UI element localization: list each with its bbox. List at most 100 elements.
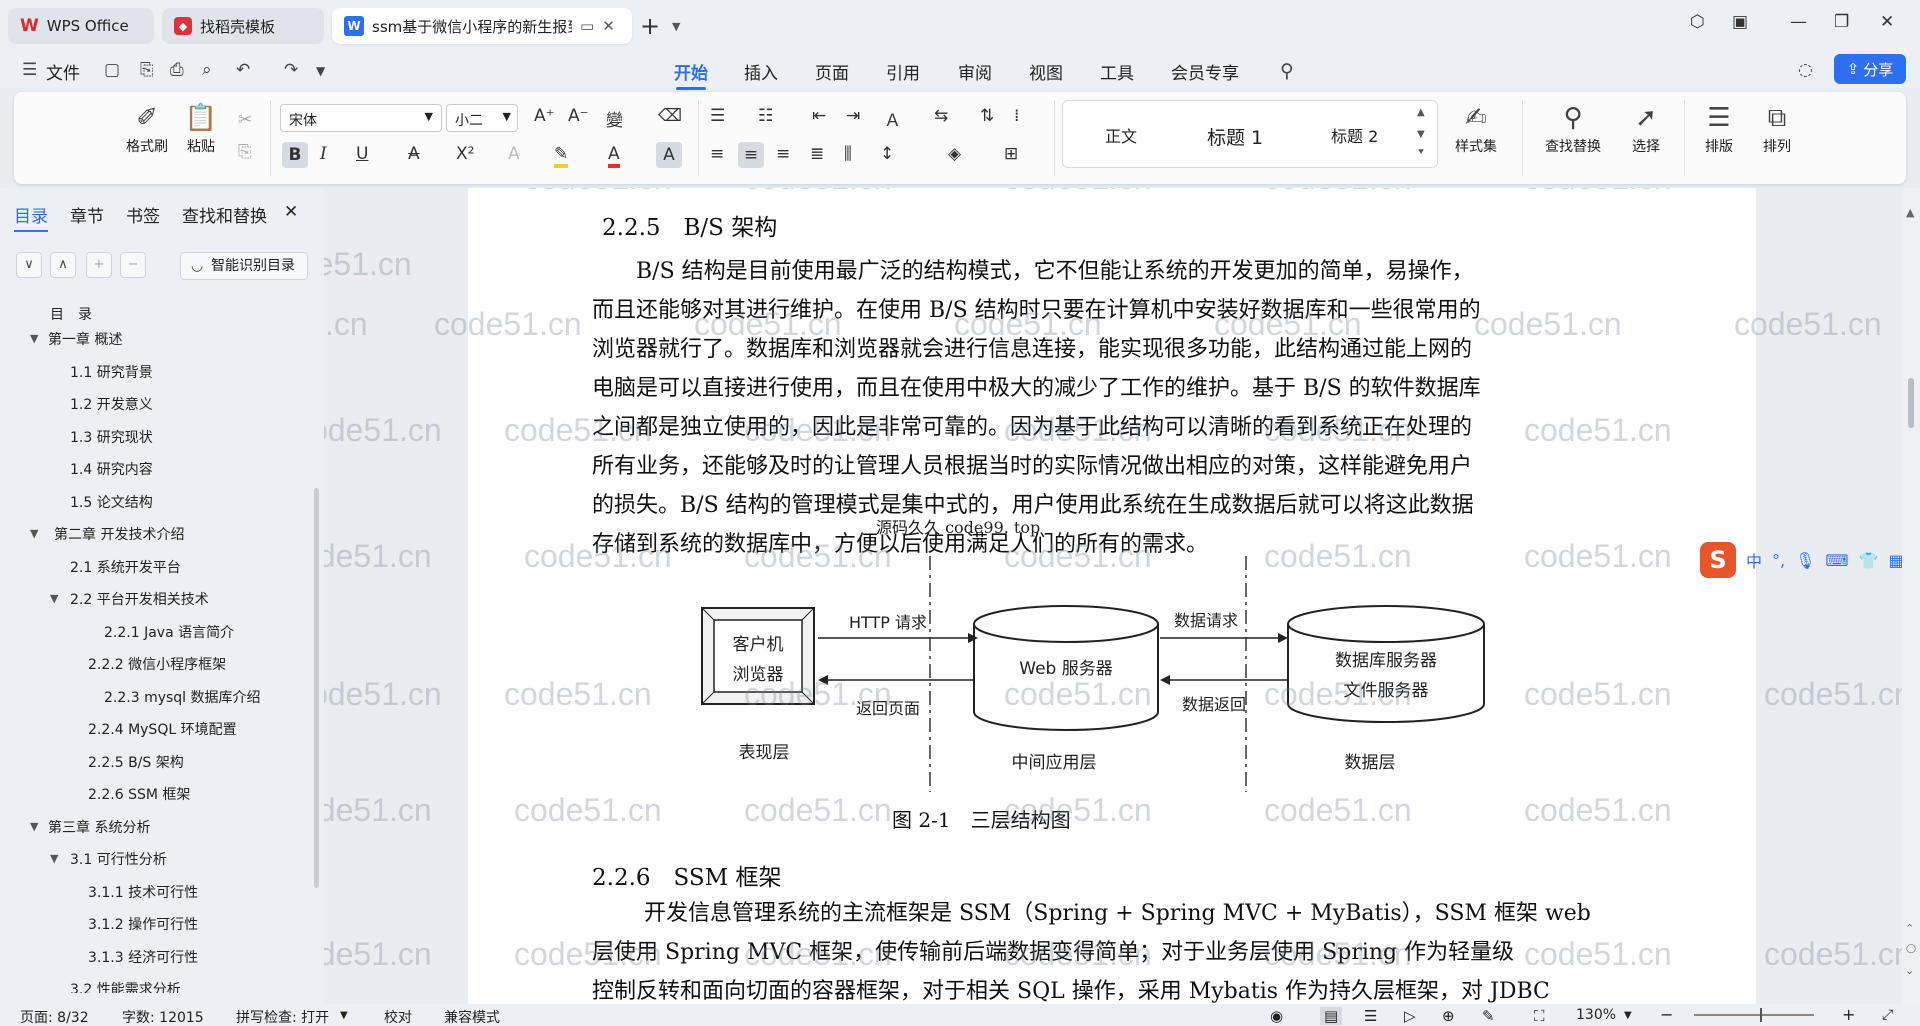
tab-toc[interactable]: 目录	[14, 202, 48, 232]
prev-page-icon[interactable]: ⌃	[1905, 922, 1914, 935]
smart-toc-button[interactable]: 智能识别目录	[180, 252, 308, 280]
arrange-button[interactable]: ⧉ 排列	[1750, 100, 1804, 156]
zoom-in-icon[interactable]: +	[1842, 1005, 1855, 1024]
style-set-button[interactable]: ✍ 样式集	[1444, 100, 1508, 156]
toc-item[interactable]: 2.2.2 微信小程序框架	[88, 654, 226, 674]
find-replace-button[interactable]: ⚲ 查找替换	[1532, 100, 1614, 156]
web-view-icon[interactable]: ⊕	[1442, 1007, 1455, 1025]
bold-icon[interactable]: B	[282, 142, 308, 168]
menu-view[interactable]: 视图	[1029, 59, 1063, 84]
caret-down-icon[interactable]: ▼	[30, 332, 38, 345]
text-direction-icon[interactable]: Ａ	[884, 106, 901, 131]
save-icon[interactable]: ▢	[104, 60, 120, 80]
select-browse-icon[interactable]: ◯	[1906, 944, 1916, 954]
justify-icon[interactable]: ≣	[810, 144, 824, 164]
style-heading2[interactable]: 标题 2	[1331, 123, 1378, 147]
toc-item[interactable]: 1.2 开发意义	[70, 394, 153, 414]
toc-item[interactable]: 第三章 系统分析	[48, 817, 150, 837]
outline-view-icon[interactable]: ☰	[1364, 1007, 1377, 1025]
line-spacing-icon[interactable]: ↕	[880, 144, 894, 164]
cut-icon[interactable]: ✂	[238, 110, 252, 130]
phonetic-guide-icon[interactable]: 變	[606, 106, 623, 131]
remove-item-icon[interactable]: −	[120, 252, 146, 278]
zoom-level[interactable]: 130%	[1576, 1007, 1616, 1023]
page-view-icon[interactable]: ▤	[1320, 1007, 1343, 1025]
collapse-all-icon[interactable]: ∨	[16, 252, 42, 278]
increase-indent-icon[interactable]: ⇥	[846, 106, 860, 126]
search-icon[interactable]: ⚲	[1280, 60, 1294, 82]
eye-protection-icon[interactable]: ◉	[1270, 1007, 1283, 1025]
toc-item[interactable]: 2.2.6 SSM 框架	[88, 784, 190, 804]
toc-item[interactable]: 3.1.1 技术可行性	[88, 882, 198, 902]
keyboard-icon[interactable]: ⌨	[1825, 551, 1848, 570]
char-shading-icon[interactable]: A	[656, 142, 682, 168]
window-close-icon[interactable]: ✕	[1880, 12, 1894, 32]
distribute-icon[interactable]: ⫼	[844, 144, 852, 164]
redo-icon[interactable]: ↷	[284, 60, 298, 80]
menu-file[interactable]: 文件	[46, 59, 80, 84]
microphone-icon[interactable]: 🎙	[1795, 551, 1815, 570]
tab-chapters[interactable]: 章节	[70, 202, 104, 227]
zoom-slider[interactable]	[1694, 1014, 1814, 1016]
close-pane-icon[interactable]: ✕	[284, 202, 298, 222]
zoom-slider-thumb[interactable]	[1760, 1008, 1762, 1022]
toc-item[interactable]: 3.1 可行性分析	[70, 849, 167, 869]
tab-docer[interactable]: ◆ 找稻壳模板	[162, 8, 324, 44]
menu-review[interactable]: 审阅	[958, 59, 992, 84]
ime-punct-label[interactable]: °,	[1772, 551, 1785, 570]
heading-2-2-5[interactable]: 2.2.5 B/S 架构	[602, 208, 777, 242]
heading-2-2-6[interactable]: 2.2.6 SSM 框架	[592, 858, 782, 892]
minimize-icon[interactable]: —	[1790, 12, 1807, 32]
caret-down-icon[interactable]: ▼	[50, 592, 58, 605]
caret-down-icon[interactable]: ▼	[30, 820, 38, 833]
align-right-icon[interactable]: ≡	[776, 144, 790, 164]
toc-item[interactable]: 1.5 论文结构	[70, 492, 153, 512]
avatar[interactable]: ▣	[1732, 12, 1748, 32]
sogou-logo-icon[interactable]: S	[1700, 542, 1736, 578]
skin-icon[interactable]: 👕	[1859, 551, 1879, 570]
compat-mode[interactable]: 兼容模式	[444, 1007, 500, 1026]
play-icon[interactable]: ▷	[1404, 1007, 1416, 1025]
next-page-icon[interactable]: ⌄	[1905, 964, 1914, 977]
close-icon[interactable]: ✕	[602, 17, 615, 35]
menu-member[interactable]: 会员专享	[1171, 59, 1239, 84]
convert-icon[interactable]: ⇆	[934, 106, 948, 126]
chevron-down-icon[interactable]: ▼	[672, 20, 680, 33]
border-icon[interactable]: ⊞	[1004, 144, 1018, 164]
underline-icon[interactable]: U	[356, 144, 368, 164]
hamburger-menu-icon[interactable]: ☰	[22, 60, 37, 80]
shrink-font-icon[interactable]: A⁻	[568, 106, 589, 126]
toc-item[interactable]: 第二章 开发技术介绍	[54, 524, 184, 544]
toc-item[interactable]: 3.1.3 经济可行性	[88, 947, 198, 967]
fullscreen-icon[interactable]: ⤢	[1882, 1007, 1893, 1023]
cube-icon[interactable]: ⬡	[1690, 12, 1705, 32]
caret-down-icon[interactable]: ▼	[50, 852, 58, 865]
proofread[interactable]: 校对	[384, 1007, 412, 1026]
highlight-icon[interactable]: ✎	[554, 144, 569, 168]
toc-item[interactable]: 1.3 研究现状	[70, 427, 153, 447]
show-marks-icon[interactable]: ⁞	[1014, 106, 1019, 126]
add-item-icon[interactable]: +	[86, 252, 112, 278]
sort-icon[interactable]: ⇅	[980, 106, 994, 126]
zoom-out-icon[interactable]: −	[1660, 1005, 1673, 1024]
shading-icon[interactable]: ◈	[948, 144, 961, 164]
toc-item[interactable]: 2.2.4 MySQL 环境配置	[88, 719, 237, 739]
ime-toolbar[interactable]: S 中 °, 🎙 ⌨ 👕 ▦	[1700, 542, 1904, 578]
numbered-list-icon[interactable]: ☷	[758, 106, 773, 126]
scroll-thumb[interactable]	[1908, 378, 1914, 428]
toc-item[interactable]: 2.2 平台开发相关技术	[70, 589, 209, 609]
undo-icon[interactable]: ↶	[236, 60, 250, 80]
document-scrollbar[interactable]: ▲ ⌃ ◯ ⌄	[1902, 188, 1920, 1004]
expand-up-icon[interactable]: ∧	[50, 252, 76, 278]
chevron-down-icon[interactable]: ▼	[1624, 1010, 1632, 1021]
superscript-icon[interactable]: X²	[456, 144, 474, 164]
grow-font-icon[interactable]: A⁺	[534, 106, 555, 126]
word-count[interactable]: 字数: 12015	[122, 1007, 204, 1026]
toc-item[interactable]: 2.1 系统开发平台	[70, 557, 181, 577]
toc-item[interactable]: 3.2 性能需求分析	[70, 979, 181, 993]
chevron-down-icon[interactable]: ▼	[340, 1010, 348, 1021]
decrease-indent-icon[interactable]: ⇤	[812, 106, 826, 126]
style-scroll-up-icon[interactable]: ▲	[1417, 107, 1425, 118]
monitor-icon[interactable]: ▭	[580, 17, 594, 35]
font-name-select[interactable]: 宋体 ▼	[280, 104, 442, 132]
